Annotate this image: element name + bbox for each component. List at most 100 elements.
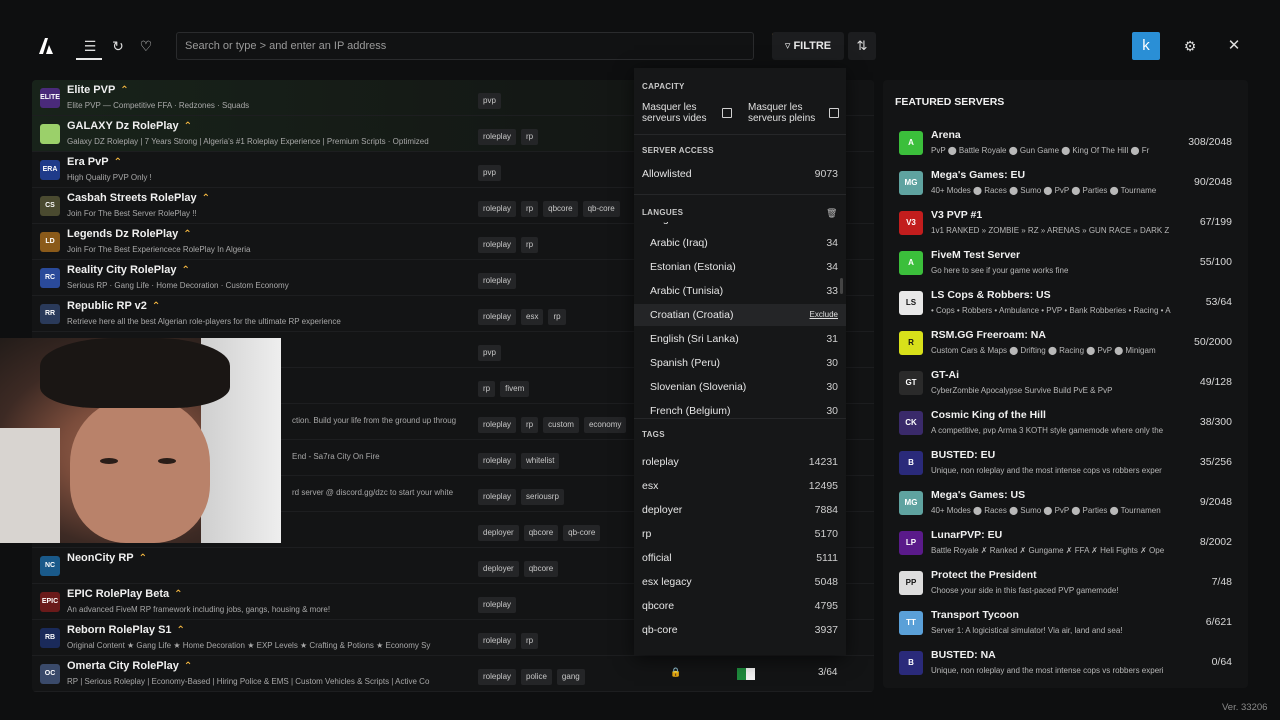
- server-tag[interactable]: seriousrp: [521, 489, 564, 505]
- server-tag[interactable]: roleplay: [478, 633, 517, 649]
- server-tag[interactable]: custom: [543, 417, 579, 433]
- featured-server-row[interactable]: B BUSTED: EU Unique, non roleplay and the …: [883, 442, 1248, 482]
- featured-server-row[interactable]: MG Mega's Games: EU 40+ Modes ⬤ Races ⬤ Su…: [883, 162, 1248, 202]
- server-tag[interactable]: esx: [521, 309, 544, 325]
- language-filter-item[interactable]: French (Belgium) 30: [634, 400, 846, 418]
- server-tag[interactable]: roleplay: [478, 309, 517, 325]
- server-description: RP | Serious Roleplay | Economy-Based | …: [67, 677, 430, 686]
- hide-full-checkbox[interactable]: [829, 108, 839, 118]
- languages-list[interactable]: English35 Arabic (Iraq)34Estonian (Estoni…: [634, 222, 846, 418]
- sort-button[interactable]: ⇅: [848, 32, 876, 60]
- trash-icon[interactable]: 🗑: [826, 208, 837, 219]
- server-tag[interactable]: qbcore: [543, 201, 578, 217]
- language-filter-item[interactable]: Arabic (Iraq) 34: [634, 232, 846, 254]
- language-filter-item[interactable]: Croatian (Croatia) Exclude: [634, 304, 846, 326]
- close-icon[interactable]: ✕: [1224, 36, 1244, 56]
- featured-player-count: 35/256: [1199, 456, 1232, 468]
- server-row[interactable]: OC Omerta City RolePlay ⌃ RP | Serious Role…: [32, 656, 874, 692]
- server-tag[interactable]: rp: [521, 129, 539, 145]
- tag-filter-item[interactable]: rp 5170: [642, 524, 838, 544]
- server-tag[interactable]: roleplay: [478, 669, 517, 685]
- server-tag[interactable]: deployer: [478, 561, 519, 577]
- search-input[interactable]: Search or type > and enter an IP address: [176, 32, 754, 60]
- divider: [634, 418, 846, 419]
- server-tag[interactable]: qb-core: [563, 525, 601, 541]
- server-description: Original Content ★ Gang Life ★ Home Deco…: [67, 641, 431, 650]
- tag-filter-item[interactable]: deployer 7884: [642, 500, 838, 520]
- tag-filter-item[interactable]: roleplay 14231: [642, 452, 838, 472]
- favorites-heart-icon[interactable]: ♡: [136, 36, 156, 56]
- tag-count: 3937: [814, 624, 838, 636]
- server-tag[interactable]: roleplay: [478, 417, 517, 433]
- server-tag[interactable]: pvp: [478, 93, 501, 109]
- server-tag[interactable]: roleplay: [478, 201, 517, 217]
- server-list-icon[interactable]: ☰: [80, 36, 100, 56]
- server-tag[interactable]: police: [521, 669, 552, 685]
- server-tag[interactable]: roleplay: [478, 273, 517, 289]
- server-tags: roleplay police gang: [478, 666, 590, 685]
- fivem-logo-icon[interactable]: [36, 36, 56, 56]
- featured-server-row[interactable]: A Arena PvP ⬤ Battle Royale ⬤ Gun Game ⬤ K…: [883, 122, 1248, 162]
- featured-server-row[interactable]: A FiveM Test Server Go here to see if your…: [883, 242, 1248, 282]
- featured-server-row[interactable]: PP Protect the President Choose your side …: [883, 562, 1248, 602]
- server-tag[interactable]: roleplay: [478, 129, 517, 145]
- server-tag[interactable]: rp: [521, 201, 539, 217]
- tag-label: qb-core: [642, 624, 678, 636]
- history-icon[interactable]: ↻: [108, 36, 128, 56]
- filter-button[interactable]: ▿ FILTRE: [772, 32, 844, 60]
- featured-server-row[interactable]: V3 V3 PVP #1 1v1 RANKED » ZOMBIE » RZ » AR…: [883, 202, 1248, 242]
- server-logo-icon: RC: [40, 268, 60, 288]
- server-tag[interactable]: gang: [556, 669, 585, 685]
- gear-icon[interactable]: ⚙: [1180, 36, 1200, 56]
- featured-server-row[interactable]: MG Mega's Games: US 40+ Modes ⬤ Races ⬤ Su…: [883, 482, 1248, 522]
- exclude-link[interactable]: Exclude: [810, 310, 838, 319]
- featured-server-row[interactable]: GT GT-Ai CyberZombie Apocalypse Survive Bu…: [883, 362, 1248, 402]
- server-tag[interactable]: rp: [548, 309, 566, 325]
- server-tag[interactable]: roleplay: [478, 597, 517, 613]
- server-tags: roleplay whitelist: [478, 450, 564, 469]
- featured-server-name: Arena: [931, 129, 961, 141]
- server-tag[interactable]: rp: [521, 417, 539, 433]
- server-tag[interactable]: economy: [583, 417, 627, 433]
- language-filter-item[interactable]: English 35: [634, 222, 846, 230]
- tag-filter-item[interactable]: esx legacy 5048: [642, 572, 838, 592]
- featured-server-row[interactable]: LS LS Cops & Robbers: US • Cops • Robbers …: [883, 282, 1248, 322]
- tag-filter-item[interactable]: esx 12495: [642, 476, 838, 496]
- filter-label: FILTRE: [793, 40, 832, 52]
- user-avatar[interactable]: k: [1132, 32, 1160, 60]
- server-tag[interactable]: pvp: [478, 345, 501, 361]
- allowlisted-filter[interactable]: Allowlisted 9073: [642, 164, 838, 184]
- server-tag[interactable]: qb-core: [582, 201, 620, 217]
- tag-label: esx: [642, 480, 659, 492]
- server-tag[interactable]: whitelist: [521, 453, 560, 469]
- language-filter-item[interactable]: Slovenian (Slovenia) 30: [634, 376, 846, 398]
- server-tag[interactable]: rp: [521, 237, 539, 253]
- server-tag[interactable]: deployer: [478, 525, 519, 541]
- hide-empty-checkbox[interactable]: [722, 108, 732, 118]
- featured-server-row[interactable]: CK Cosmic King of the Hill A competitive, …: [883, 402, 1248, 442]
- tag-filter-item[interactable]: qb-core 3937: [642, 620, 838, 640]
- server-tag[interactable]: qbcore: [523, 525, 559, 541]
- scrollbar[interactable]: [840, 278, 843, 294]
- language-filter-item[interactable]: Spanish (Peru) 30: [634, 352, 846, 374]
- server-tags: rp fivem: [478, 378, 534, 397]
- language-filter-item[interactable]: Arabic (Tunisia) 33: [634, 280, 846, 302]
- featured-server-row[interactable]: LP LunarPVP: EU Battle Royale ✗ Ranked ✗ G…: [883, 522, 1248, 562]
- featured-server-row[interactable]: R RSM.GG Freeroam: NA Custom Cars & Maps ⬤…: [883, 322, 1248, 362]
- language-filter-item[interactable]: English (Sri Lanka) 31: [634, 328, 846, 350]
- server-tag[interactable]: rp: [478, 381, 496, 397]
- featured-server-row[interactable]: TT Transport Tycoon Server 1: A logicistic…: [883, 602, 1248, 642]
- tags-title: TAGS: [642, 430, 665, 439]
- featured-server-description: Custom Cars & Maps ⬤ Drifting ⬤ Racing ⬤…: [931, 346, 1156, 355]
- language-filter-item[interactable]: Estonian (Estonia) 34: [634, 256, 846, 278]
- server-tag[interactable]: fivem: [500, 381, 530, 397]
- featured-server-row[interactable]: B BUSTED: NA Unique, non roleplay and the …: [883, 642, 1248, 682]
- tag-filter-item[interactable]: official 5111: [642, 548, 838, 568]
- tag-filter-item[interactable]: qbcore 4795: [642, 596, 838, 616]
- server-tag[interactable]: roleplay: [478, 489, 517, 505]
- server-tag[interactable]: qbcore: [523, 561, 559, 577]
- server-tag[interactable]: roleplay: [478, 237, 517, 253]
- server-tag[interactable]: pvp: [478, 165, 501, 181]
- server-tag[interactable]: rp: [521, 633, 539, 649]
- server-tag[interactable]: roleplay: [478, 453, 517, 469]
